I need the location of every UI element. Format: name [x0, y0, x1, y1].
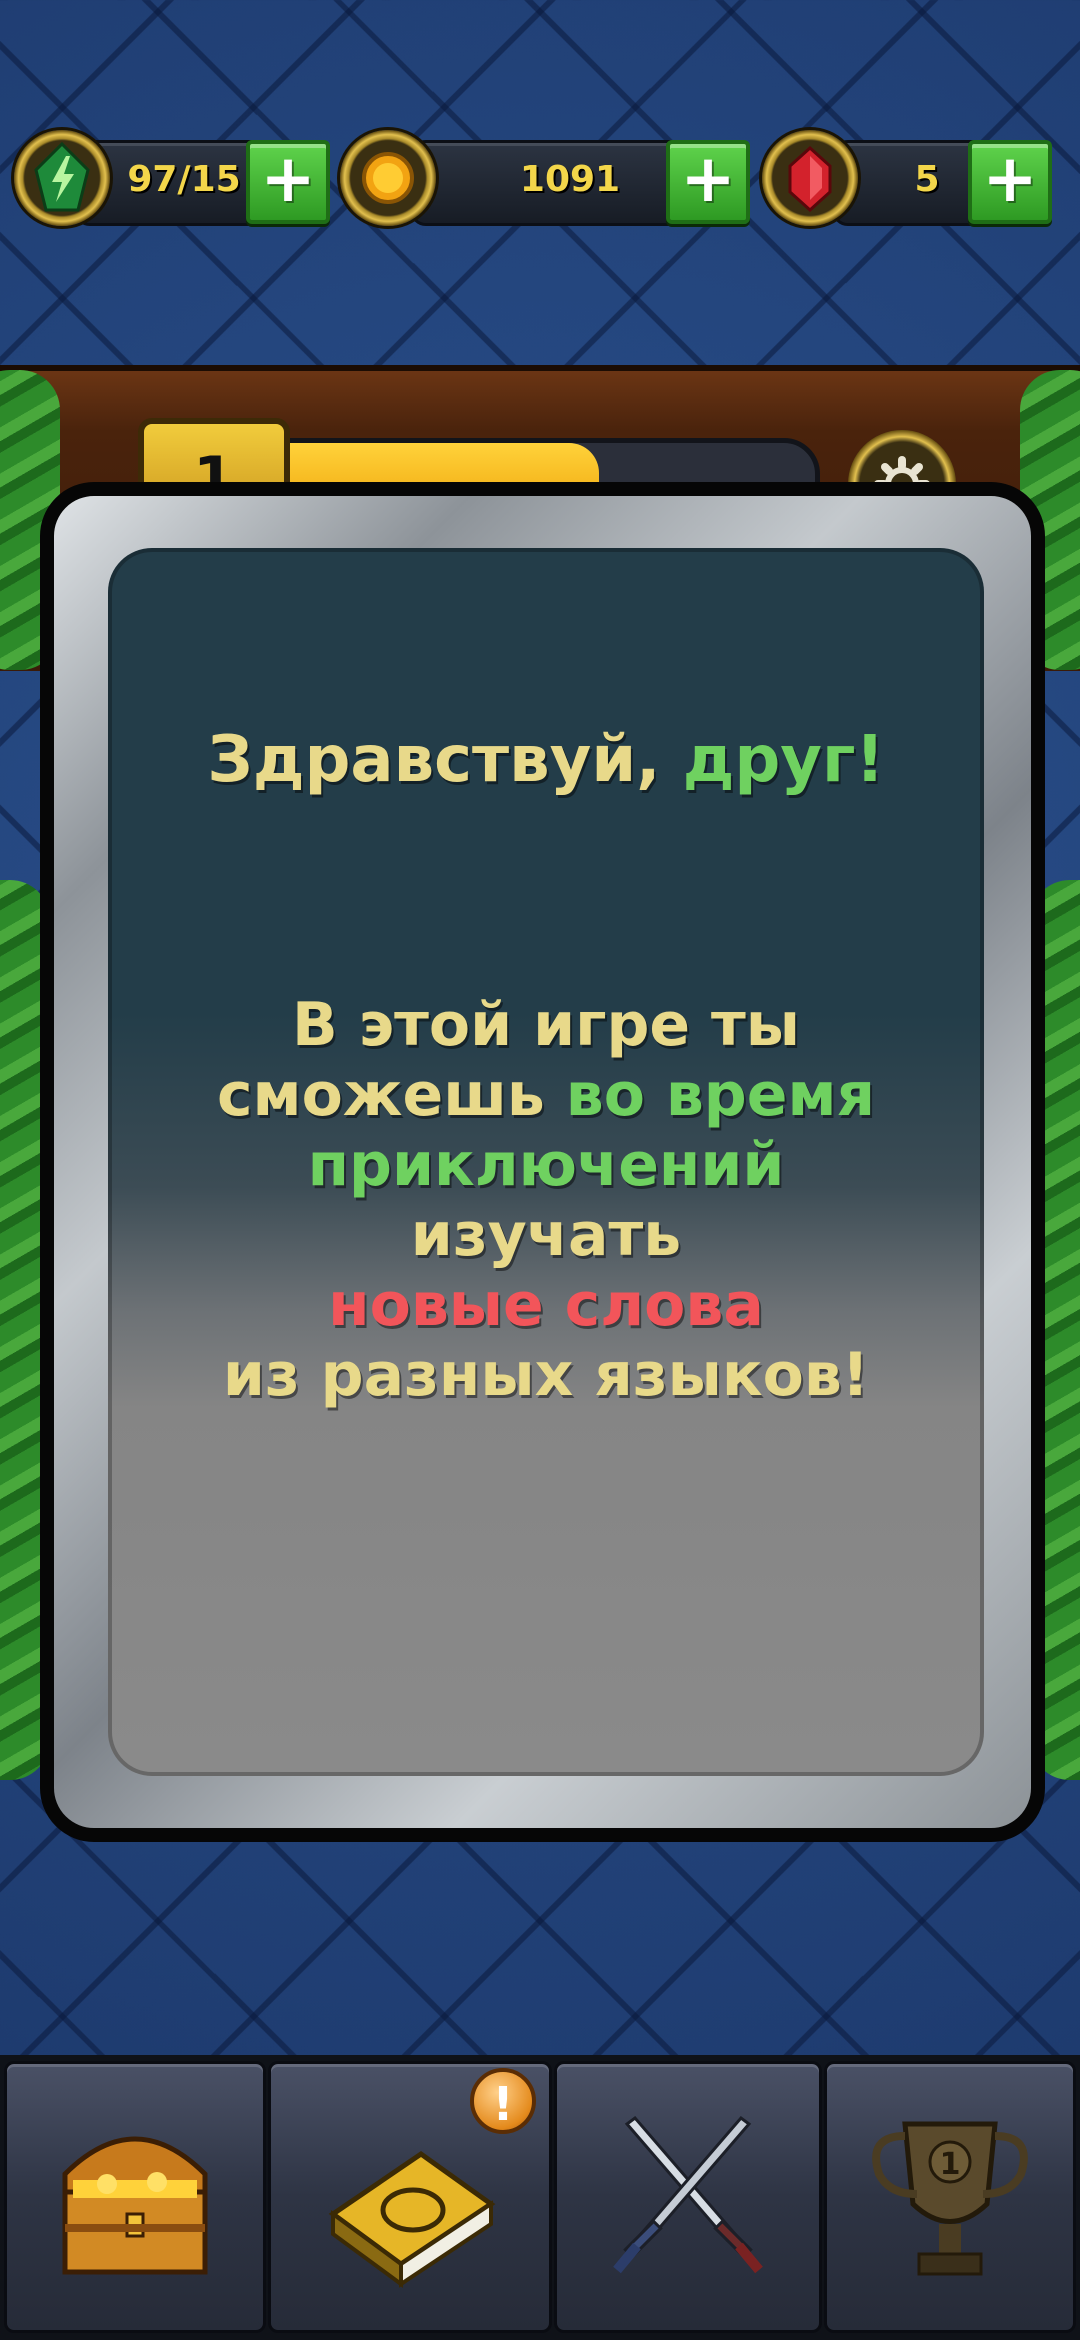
- nav-treasure-button[interactable]: [4, 2061, 266, 2333]
- add-gems-button[interactable]: +: [968, 140, 1052, 224]
- bottom-navigation: 1: [0, 2055, 1080, 2340]
- lightning-icon: [34, 141, 90, 212]
- gem-ring: [762, 130, 858, 226]
- coin-icon: [362, 152, 414, 204]
- resource-bar: 97/15 + 1091 + 5 +: [0, 128, 1080, 238]
- message-line-2-highlight: во время: [565, 1060, 876, 1130]
- crossed-swords-icon: [613, 2115, 763, 2274]
- message-line-5: новые слова: [328, 1270, 764, 1340]
- message-line-2: сможешь во время: [108, 1060, 984, 1130]
- nav-leaderboard-button[interactable]: 1: [824, 2061, 1076, 2333]
- coin-ring: [340, 130, 436, 226]
- coin-counter: 1091 +: [340, 128, 760, 238]
- greeting-text: Здравствуй,: [207, 723, 683, 797]
- book-alert-badge: !: [470, 2068, 536, 2134]
- trophy-rank: 1: [940, 2147, 961, 2182]
- coin-value: 1091: [519, 159, 621, 200]
- trophy-icon: 1: [872, 2121, 1028, 2276]
- add-energy-button[interactable]: +: [246, 140, 330, 224]
- message-line-6: из разных языков!: [222, 1340, 870, 1410]
- dialog-greeting: Здравствуй, друг!: [108, 722, 984, 798]
- nav-battle-button[interactable]: [554, 2061, 822, 2333]
- message-line-4: изучать: [410, 1200, 682, 1270]
- energy-ring: [14, 130, 110, 226]
- gem-counter: 5 +: [762, 128, 1062, 238]
- greeting-highlight: друг!: [682, 723, 885, 797]
- add-coins-button[interactable]: +: [666, 140, 750, 224]
- message-line-3: приключений: [307, 1130, 785, 1200]
- energy-value: 97/15: [127, 159, 241, 200]
- treasure-chest-icon: [62, 2136, 208, 2275]
- energy-counter: 97/15 +: [14, 128, 330, 238]
- ruby-icon: [788, 145, 832, 213]
- gem-value: 5: [914, 159, 940, 200]
- message-line-2-text: сможешь: [216, 1060, 566, 1130]
- message-line-1: В этой игре ты: [291, 990, 801, 1060]
- dialog-message: В этой игре ты сможешь во время приключе…: [108, 990, 984, 1410]
